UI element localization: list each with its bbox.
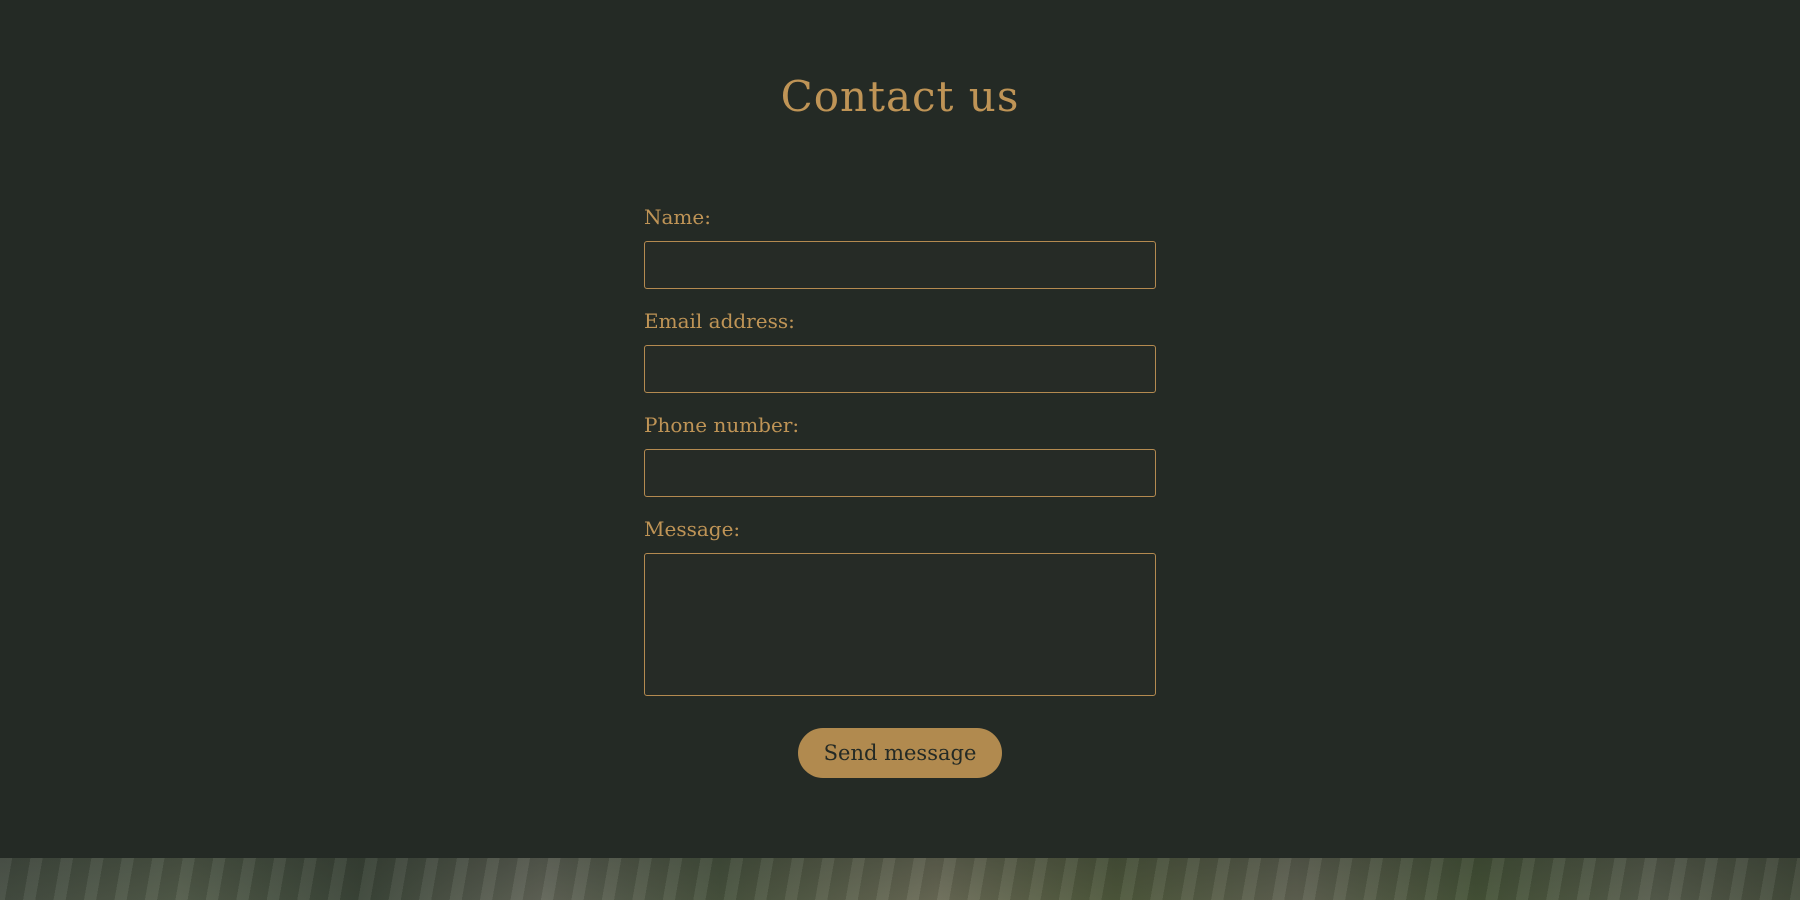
send-message-button[interactable]: Send message [798, 728, 1002, 778]
email-input[interactable] [644, 345, 1156, 393]
aerial-neighborhood-image [0, 858, 1800, 900]
name-input[interactable] [644, 241, 1156, 289]
phone-label: Phone number: [644, 413, 800, 437]
phone-input[interactable] [644, 449, 1156, 497]
message-textarea[interactable] [644, 553, 1156, 696]
contact-section: Contact us Name: Email address: Phone nu… [0, 0, 1800, 858]
page-title: Contact us [780, 72, 1020, 121]
message-field-group: Message: [644, 517, 1156, 696]
page: Contact us Name: Email address: Phone nu… [0, 0, 1800, 900]
message-label: Message: [644, 517, 741, 541]
name-label: Name: [644, 205, 711, 229]
email-label: Email address: [644, 309, 795, 333]
image-overlay [0, 858, 1800, 900]
